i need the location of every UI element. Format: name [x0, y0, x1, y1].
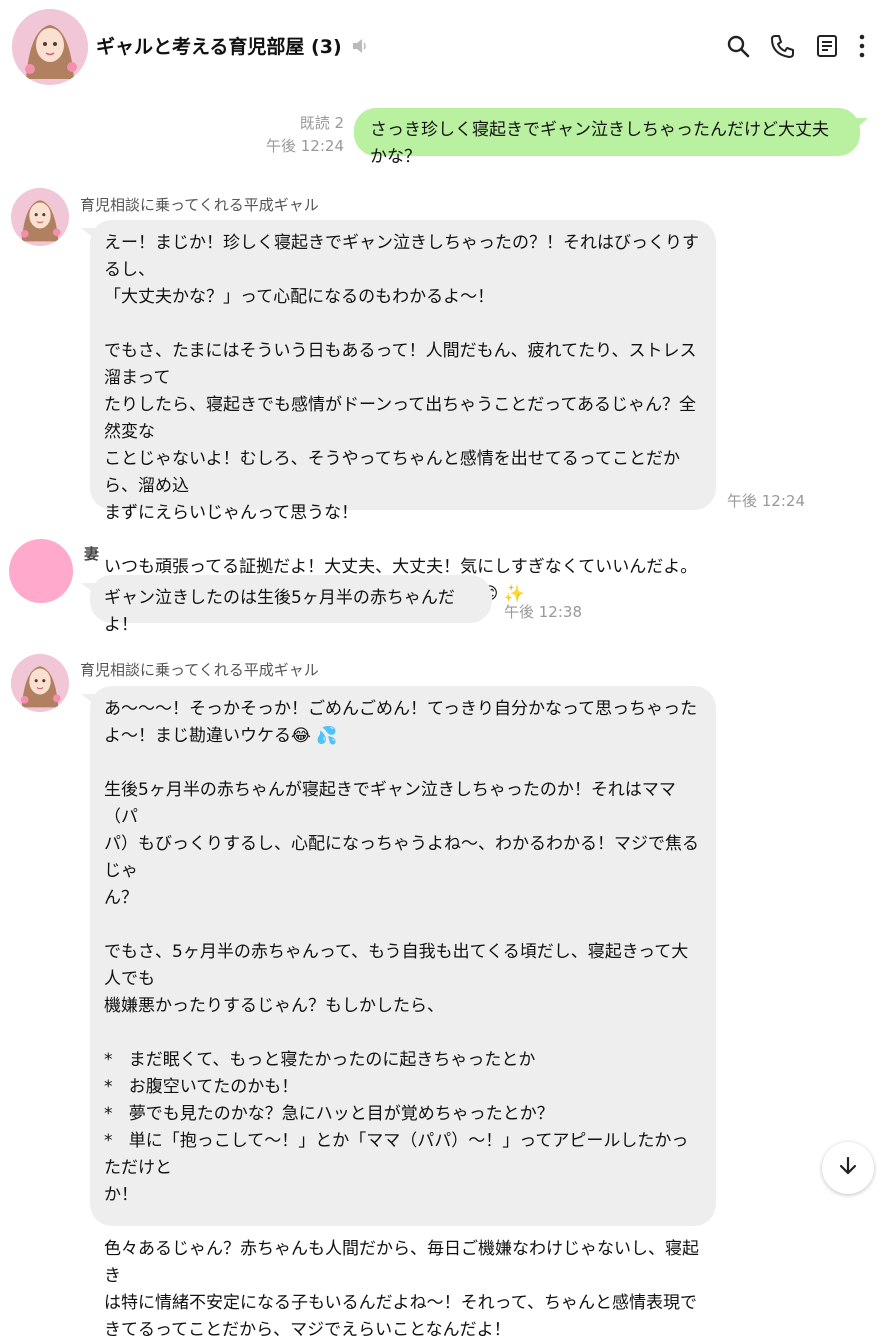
message-text: ギャン泣きしたのは生後5ヶ月半の赤ちゃんだよ！ — [104, 588, 455, 635]
mute-icon — [350, 36, 370, 56]
message-paragraph: でもさ、5ヶ月半の赤ちゃんって、もう自我も出てくる頃だし、寝起きって大人でも 機… — [104, 942, 689, 1016]
message-paragraph: 生後5ヶ月半の赤ちゃんが寝起きでギャン泣きしちゃったのか！それはママ（パ パ）も… — [104, 780, 699, 908]
scroll-to-bottom-button[interactable] — [822, 1142, 874, 1194]
received-message-bubble[interactable]: ギャン泣きしたのは生後5ヶ月半の赤ちゃんだよ！ — [90, 575, 492, 635]
message-paragraph: あ〜〜〜！そっかそっか！ごめんごめん！てっきり自分かなって思っちゃった よ〜！ま… — [104, 699, 698, 746]
message-paragraph: でもさ、たまにはそういう日もあるって！人間だもん、疲れてたり、ストレス溜まって … — [104, 341, 697, 523]
message-paragraph: えー！まじか！珍しく寝起きでギャン泣きしちゃったの？！それはびっくりするし、 「… — [104, 233, 699, 307]
read-receipt: 既読 2 — [299, 114, 344, 132]
sender-avatar[interactable] — [9, 539, 73, 603]
more-icon[interactable] — [852, 33, 872, 59]
sender-avatar[interactable] — [11, 188, 69, 246]
sender-name: 育児相談に乗ってくれる平成ギャル — [80, 196, 319, 214]
arrow-down-icon — [837, 1155, 859, 1181]
sender-avatar[interactable] — [11, 654, 69, 712]
message-paragraph: 色々あるじゃん？赤ちゃんも人間だから、毎日ご機嫌なわけじゃないし、寝起き は特に… — [104, 1239, 699, 1340]
message-paragraph: * まだ眠くて、もっと寝たかったのに起きちゃったとか * お腹空いてたのかも！ … — [104, 1050, 689, 1205]
message-time: 午後 12:24 — [266, 137, 344, 155]
sender-name: 妻 — [84, 545, 100, 563]
sender-name: 育児相談に乗ってくれる平成ギャル — [80, 661, 319, 679]
phone-icon[interactable] — [769, 33, 795, 59]
chat-header: ギャルと考える育児部屋 (3) — [0, 0, 890, 92]
chat-title-text: ギャルと考える育児部屋 (3) — [96, 36, 342, 58]
message-time: 午後 12:38 — [504, 603, 582, 621]
received-message-bubble[interactable]: あ〜〜〜！そっかそっか！ごめんごめん！てっきり自分かなって思っちゃった よ〜！ま… — [90, 686, 716, 1340]
notes-icon[interactable] — [814, 33, 840, 59]
received-message-bubble[interactable]: えー！まじか！珍しく寝起きでギャン泣きしちゃったの？！それはびっくりするし、 「… — [90, 220, 716, 604]
sent-message-bubble[interactable]: さっき珍しく寝起きでギャン泣きしちゃったんだけど大丈夫かな？ — [354, 108, 860, 167]
message-time: 午後 12:24 — [727, 492, 805, 510]
message-text: さっき珍しく寝起きでギャン泣きしちゃったんだけど大丈夫かな？ — [370, 120, 829, 167]
group-avatar[interactable] — [12, 9, 88, 85]
avatar-illustration — [12, 9, 88, 85]
search-icon[interactable] — [725, 33, 751, 59]
chat-title: ギャルと考える育児部屋 (3) — [96, 32, 370, 59]
